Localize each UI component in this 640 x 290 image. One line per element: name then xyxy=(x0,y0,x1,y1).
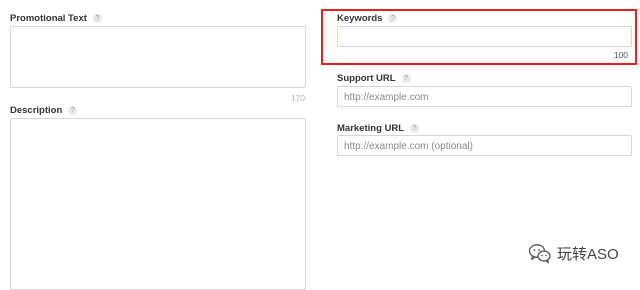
keywords-help-icon[interactable]: ? xyxy=(388,13,398,23)
description-field[interactable] xyxy=(10,118,306,290)
wechat-icon xyxy=(528,244,551,264)
watermark: 玩转ASO xyxy=(528,242,619,264)
keywords-field[interactable] xyxy=(337,26,632,47)
support-url-input[interactable] xyxy=(338,88,631,107)
marketing-url-help-icon[interactable]: ? xyxy=(410,123,420,133)
promotional-text-help-icon[interactable]: ? xyxy=(92,13,102,23)
marketing-url-input[interactable] xyxy=(338,137,631,156)
keywords-label: Keywords xyxy=(337,12,383,24)
description-label-row: Description ? xyxy=(10,103,78,117)
keywords-counter: 100 xyxy=(613,50,628,60)
promotional-text-counter: 170 xyxy=(290,93,305,103)
promotional-text-field[interactable] xyxy=(10,26,306,88)
support-url-help-icon[interactable]: ? xyxy=(401,73,411,83)
marketing-url-label: Marketing URL xyxy=(337,122,405,134)
description-label: Description xyxy=(10,104,63,116)
keywords-label-row: Keywords ? xyxy=(337,11,398,25)
support-url-label: Support URL xyxy=(337,72,396,84)
watermark-text: 玩转ASO xyxy=(557,245,619,263)
support-url-label-row: Support URL ? xyxy=(337,71,411,85)
promotional-text-label-row: Promotional Text ? xyxy=(10,11,102,25)
marketing-url-label-row: Marketing URL ? xyxy=(337,121,420,135)
promotional-text-label: Promotional Text xyxy=(10,12,87,24)
support-url-field[interactable] xyxy=(337,86,632,107)
marketing-url-field[interactable] xyxy=(337,135,632,156)
description-help-icon[interactable]: ? xyxy=(68,105,78,115)
